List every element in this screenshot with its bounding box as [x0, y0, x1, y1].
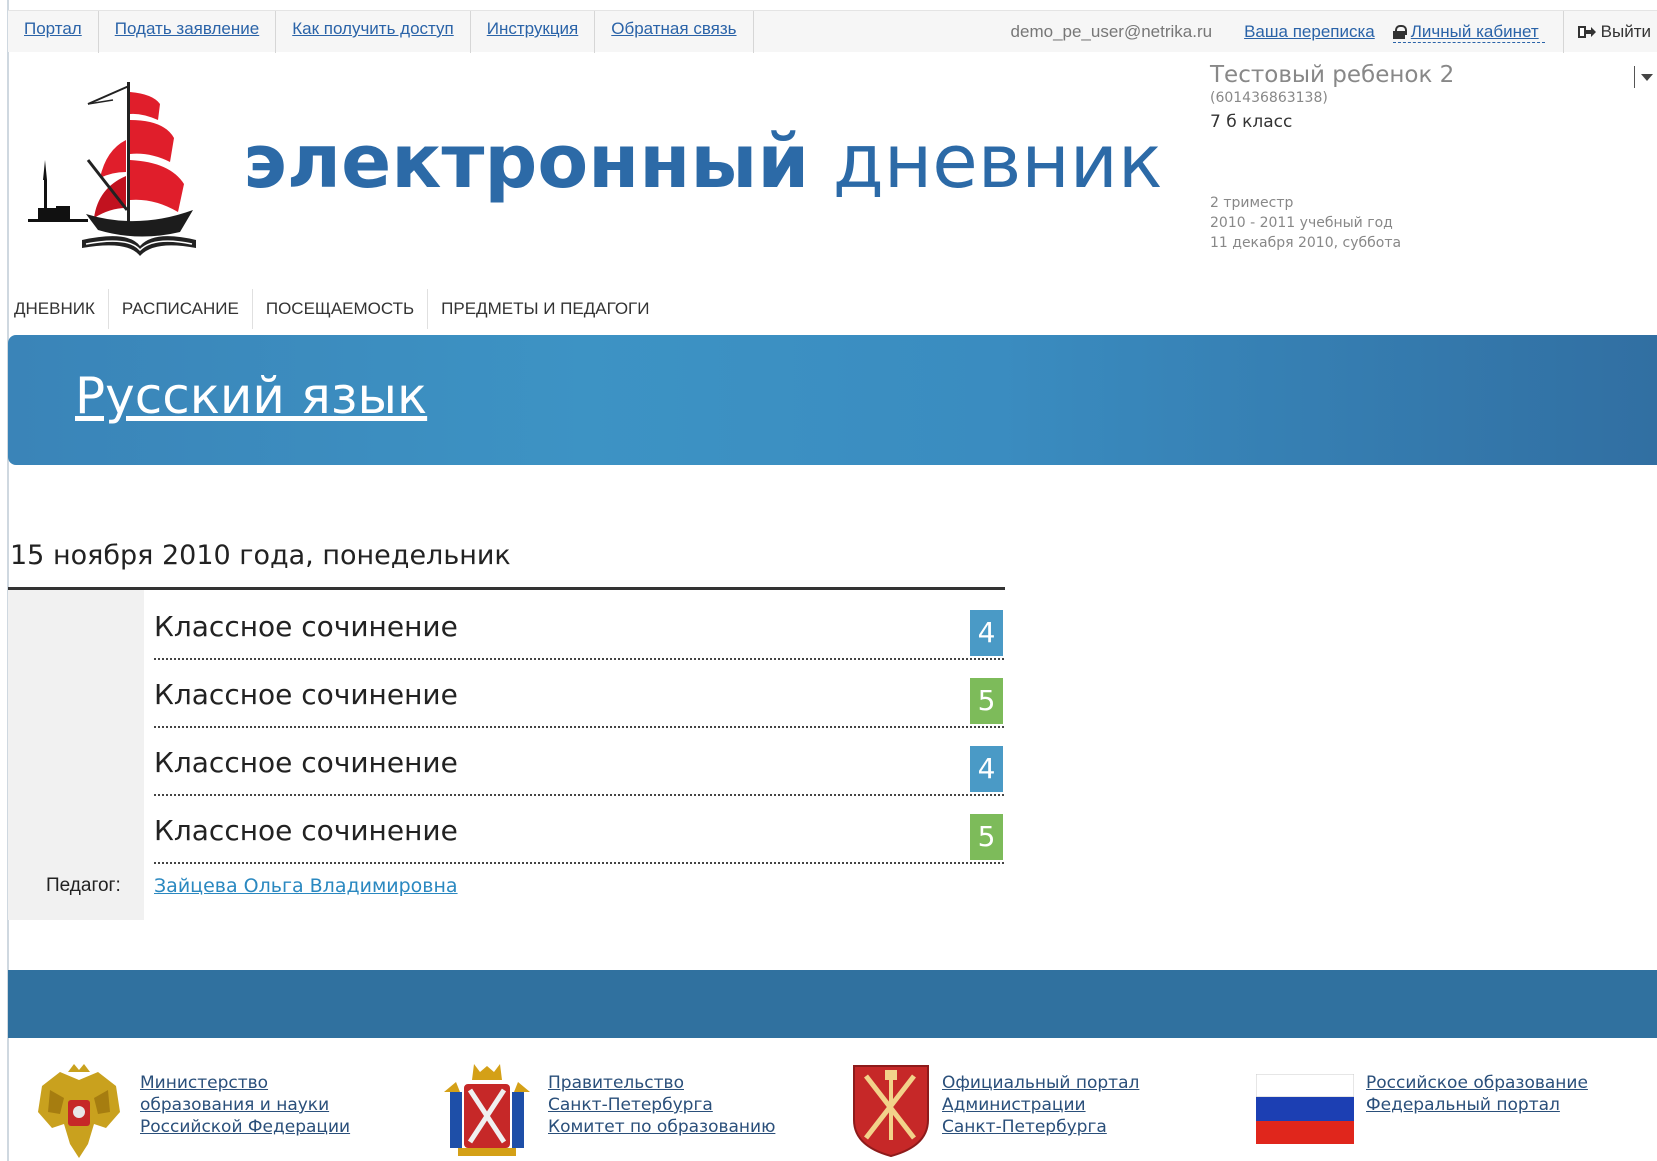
partner-line: Правительство — [548, 1073, 684, 1093]
term: 2 триместр — [1210, 195, 1294, 211]
day-gutter — [8, 590, 144, 920]
main-nav: ДНЕВНИК РАСПИСАНИЕ ПОСЕЩАЕМОСТЬ ПРЕДМЕТЫ… — [8, 289, 662, 329]
partner-line: Санкт-Петербурга — [548, 1095, 713, 1115]
nav-attendance[interactable]: ПОСЕЩАЕМОСТЬ — [253, 289, 429, 329]
partner-line: Комитет по образованию — [548, 1117, 776, 1137]
spb-coat-of-arms-icon — [444, 1064, 530, 1156]
brand-light: дневник — [832, 119, 1163, 205]
russian-coat-of-arms-icon — [38, 1064, 120, 1158]
personal-cabinet-link[interactable]: Личный кабинет — [1392, 21, 1545, 43]
nav-schedule[interactable]: РАСПИСАНИЕ — [109, 289, 253, 329]
footer-band — [8, 970, 1657, 1038]
brand-bold: электронный — [243, 119, 810, 205]
partner-spb-government-link[interactable]: Правительство Санкт-Петербурга Комитет п… — [548, 1072, 775, 1161]
partner-line: Администрации — [942, 1095, 1086, 1115]
term-info: 2 триместр 2010 - 2011 учебный год 11 де… — [1210, 193, 1401, 253]
partner-line: Санкт-Петербурга — [942, 1117, 1107, 1137]
partner-line: Федеральный портал — [1366, 1095, 1560, 1115]
grade-badge[interactable]: 5 — [970, 678, 1003, 724]
partner-russian-education[interactable]: Российское образование Федеральный порта… — [1256, 1062, 1588, 1144]
day-heading: 15 ноября 2010 года, понедельник — [10, 540, 511, 571]
grade-row: Классное сочинение 5 — [154, 796, 1004, 864]
top-links-bar: Портал Подать заявление Как получить дос… — [8, 10, 1657, 53]
teacher-label: Педагог: — [46, 875, 121, 896]
work-title: Классное сочинение — [154, 814, 458, 847]
link-apply[interactable]: Подать заявление — [99, 11, 277, 53]
grade-badge[interactable]: 4 — [970, 610, 1003, 656]
top-links: Портал Подать заявление Как получить дос… — [8, 11, 754, 53]
partner-line: Российское образование — [1366, 1073, 1588, 1093]
nav-subjects-teachers[interactable]: ПРЕДМЕТЫ И ПЕДАГОГИ — [428, 289, 662, 329]
child-info: Тестовый ребенок 2 (601436863138) 7 б кл… — [1210, 62, 1454, 132]
day-divider — [8, 587, 1005, 590]
subject-title[interactable]: Русский язык — [75, 367, 427, 425]
brand-title: электронный дневник — [243, 118, 1163, 206]
user-email: demo_pe_user@netrika.ru — [1010, 22, 1213, 41]
subject-banner: Русский язык — [8, 335, 1657, 465]
work-title: Классное сочинение — [154, 678, 458, 711]
user-area: demo_pe_user@netrika.ru Ваша переписка Л… — [1011, 11, 1657, 53]
logout-label: Выйти — [1600, 22, 1651, 41]
nav-diary[interactable]: ДНЕВНИК — [8, 289, 109, 329]
link-portal[interactable]: Портал — [8, 11, 99, 53]
dropdown-divider — [1634, 66, 1635, 88]
partner-line: Официальный портал — [942, 1073, 1140, 1093]
teacher-link[interactable]: Зайцева Ольга Владимировна — [154, 875, 458, 897]
child-name: Тестовый ребенок 2 — [1210, 62, 1455, 88]
child-selector-dropdown[interactable] — [1634, 66, 1653, 88]
link-feedback[interactable]: Обратная связь — [595, 11, 754, 53]
grade-row: Классное сочинение 4 — [154, 728, 1004, 796]
logout-button[interactable]: Выйти — [1577, 22, 1651, 42]
personal-cabinet-label: Личный кабинет — [1410, 21, 1539, 41]
link-get-access[interactable]: Как получить доступ — [276, 11, 471, 53]
spb-shield-icon — [853, 1065, 929, 1158]
grade-badge[interactable]: 5 — [970, 814, 1003, 860]
ship-logo-icon — [28, 82, 196, 256]
partner-spb-government[interactable]: Правительство Санкт-Петербурга Комитет п… — [438, 1062, 775, 1161]
chevron-down-icon — [1641, 73, 1653, 81]
lock-icon — [1392, 24, 1407, 39]
partner-spb-portal-link[interactable]: Официальный портал Администрации Санкт-П… — [942, 1072, 1139, 1158]
grade-row: Классное сочинение 4 — [154, 592, 1004, 660]
school-year: 2010 - 2011 учебный год — [1210, 215, 1393, 231]
grade-badge[interactable]: 4 — [970, 746, 1003, 792]
link-instructions[interactable]: Инструкция — [471, 11, 596, 53]
partner-line: образования и науки — [140, 1095, 330, 1115]
logout-icon — [1577, 26, 1596, 38]
partner-line: Российской Федерации — [140, 1117, 351, 1137]
grade-row: Классное сочинение 5 — [154, 660, 1004, 728]
partner-ministry[interactable]: Министерство образования и науки Российс… — [30, 1062, 350, 1161]
work-title: Классное сочинение — [154, 610, 458, 643]
russian-flag-icon — [1256, 1074, 1354, 1144]
partner-spb-portal[interactable]: Официальный портал Администрации Санкт-П… — [852, 1062, 1139, 1158]
partner-line: Министерство — [140, 1073, 269, 1093]
child-id: (601436863138) — [1210, 90, 1328, 106]
current-date: 11 декабря 2010, суббота — [1210, 235, 1402, 251]
partner-ministry-link[interactable]: Министерство образования и науки Российс… — [140, 1072, 350, 1161]
topbar-divider — [1562, 11, 1564, 53]
messages-link[interactable]: Ваша переписка — [1244, 22, 1375, 42]
partner-russian-education-link[interactable]: Российское образование Федеральный порта… — [1366, 1072, 1588, 1144]
work-title: Классное сочинение — [154, 746, 458, 779]
child-class: 7 б класс — [1210, 112, 1293, 132]
